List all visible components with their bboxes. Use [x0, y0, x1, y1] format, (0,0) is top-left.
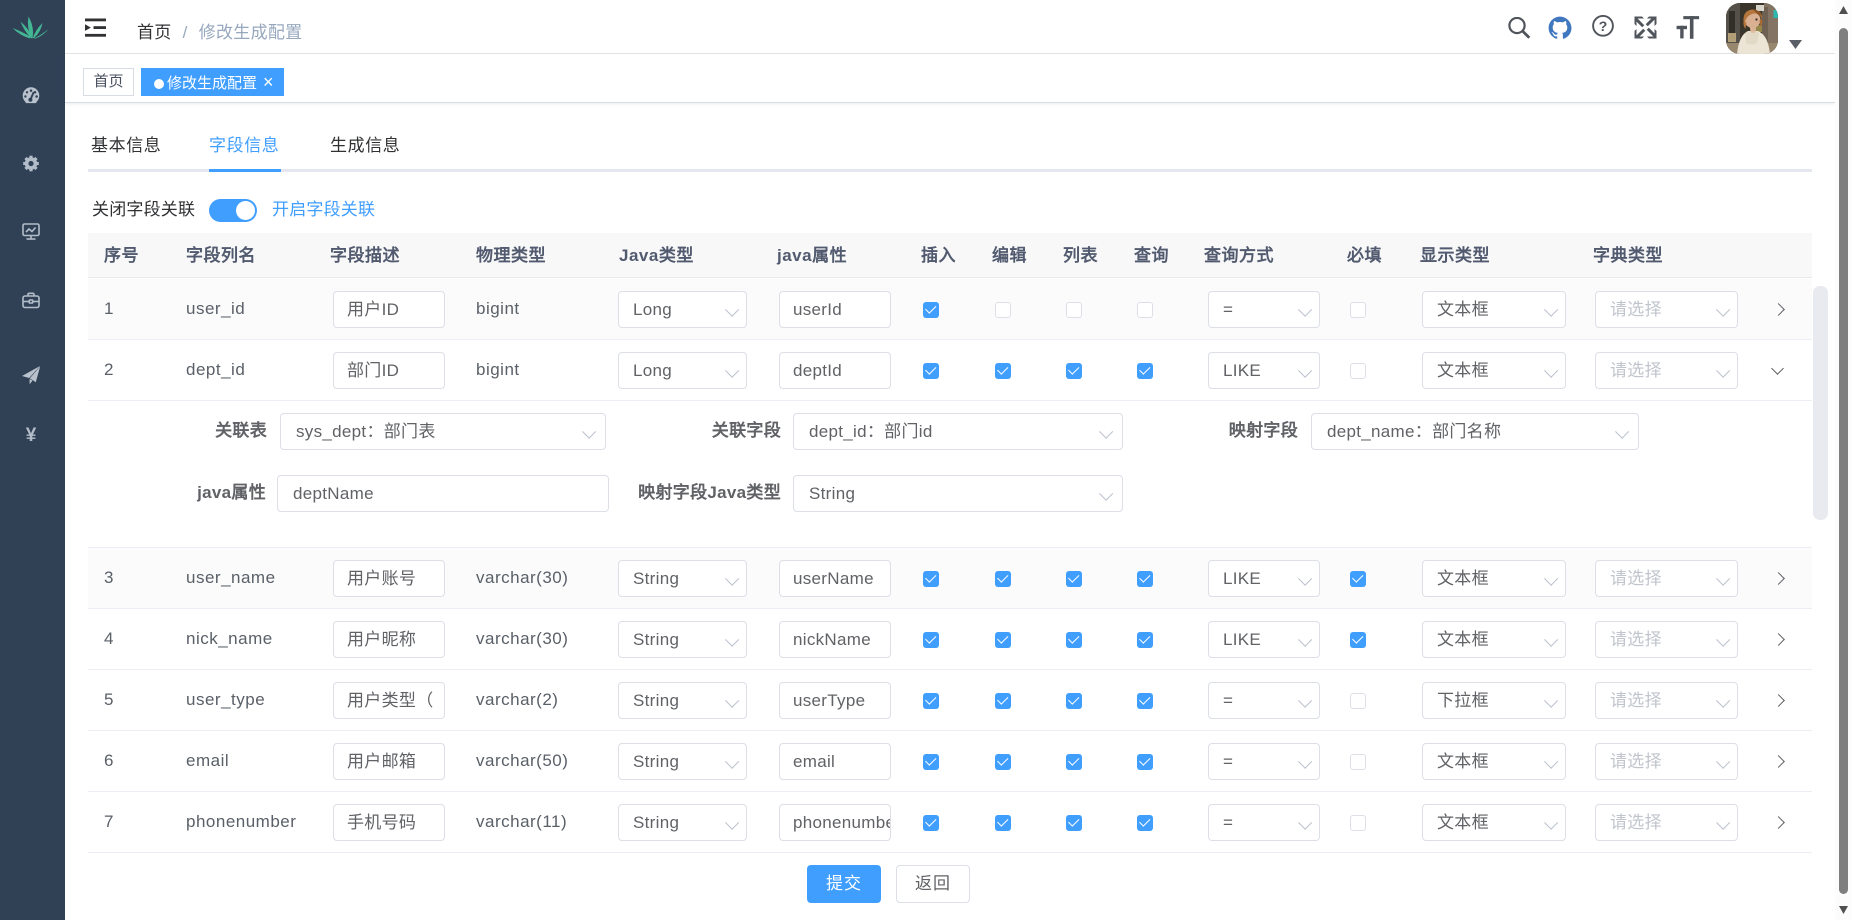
svg-text:¥: ¥	[26, 425, 37, 446]
svg-text:?: ?	[1599, 18, 1608, 34]
